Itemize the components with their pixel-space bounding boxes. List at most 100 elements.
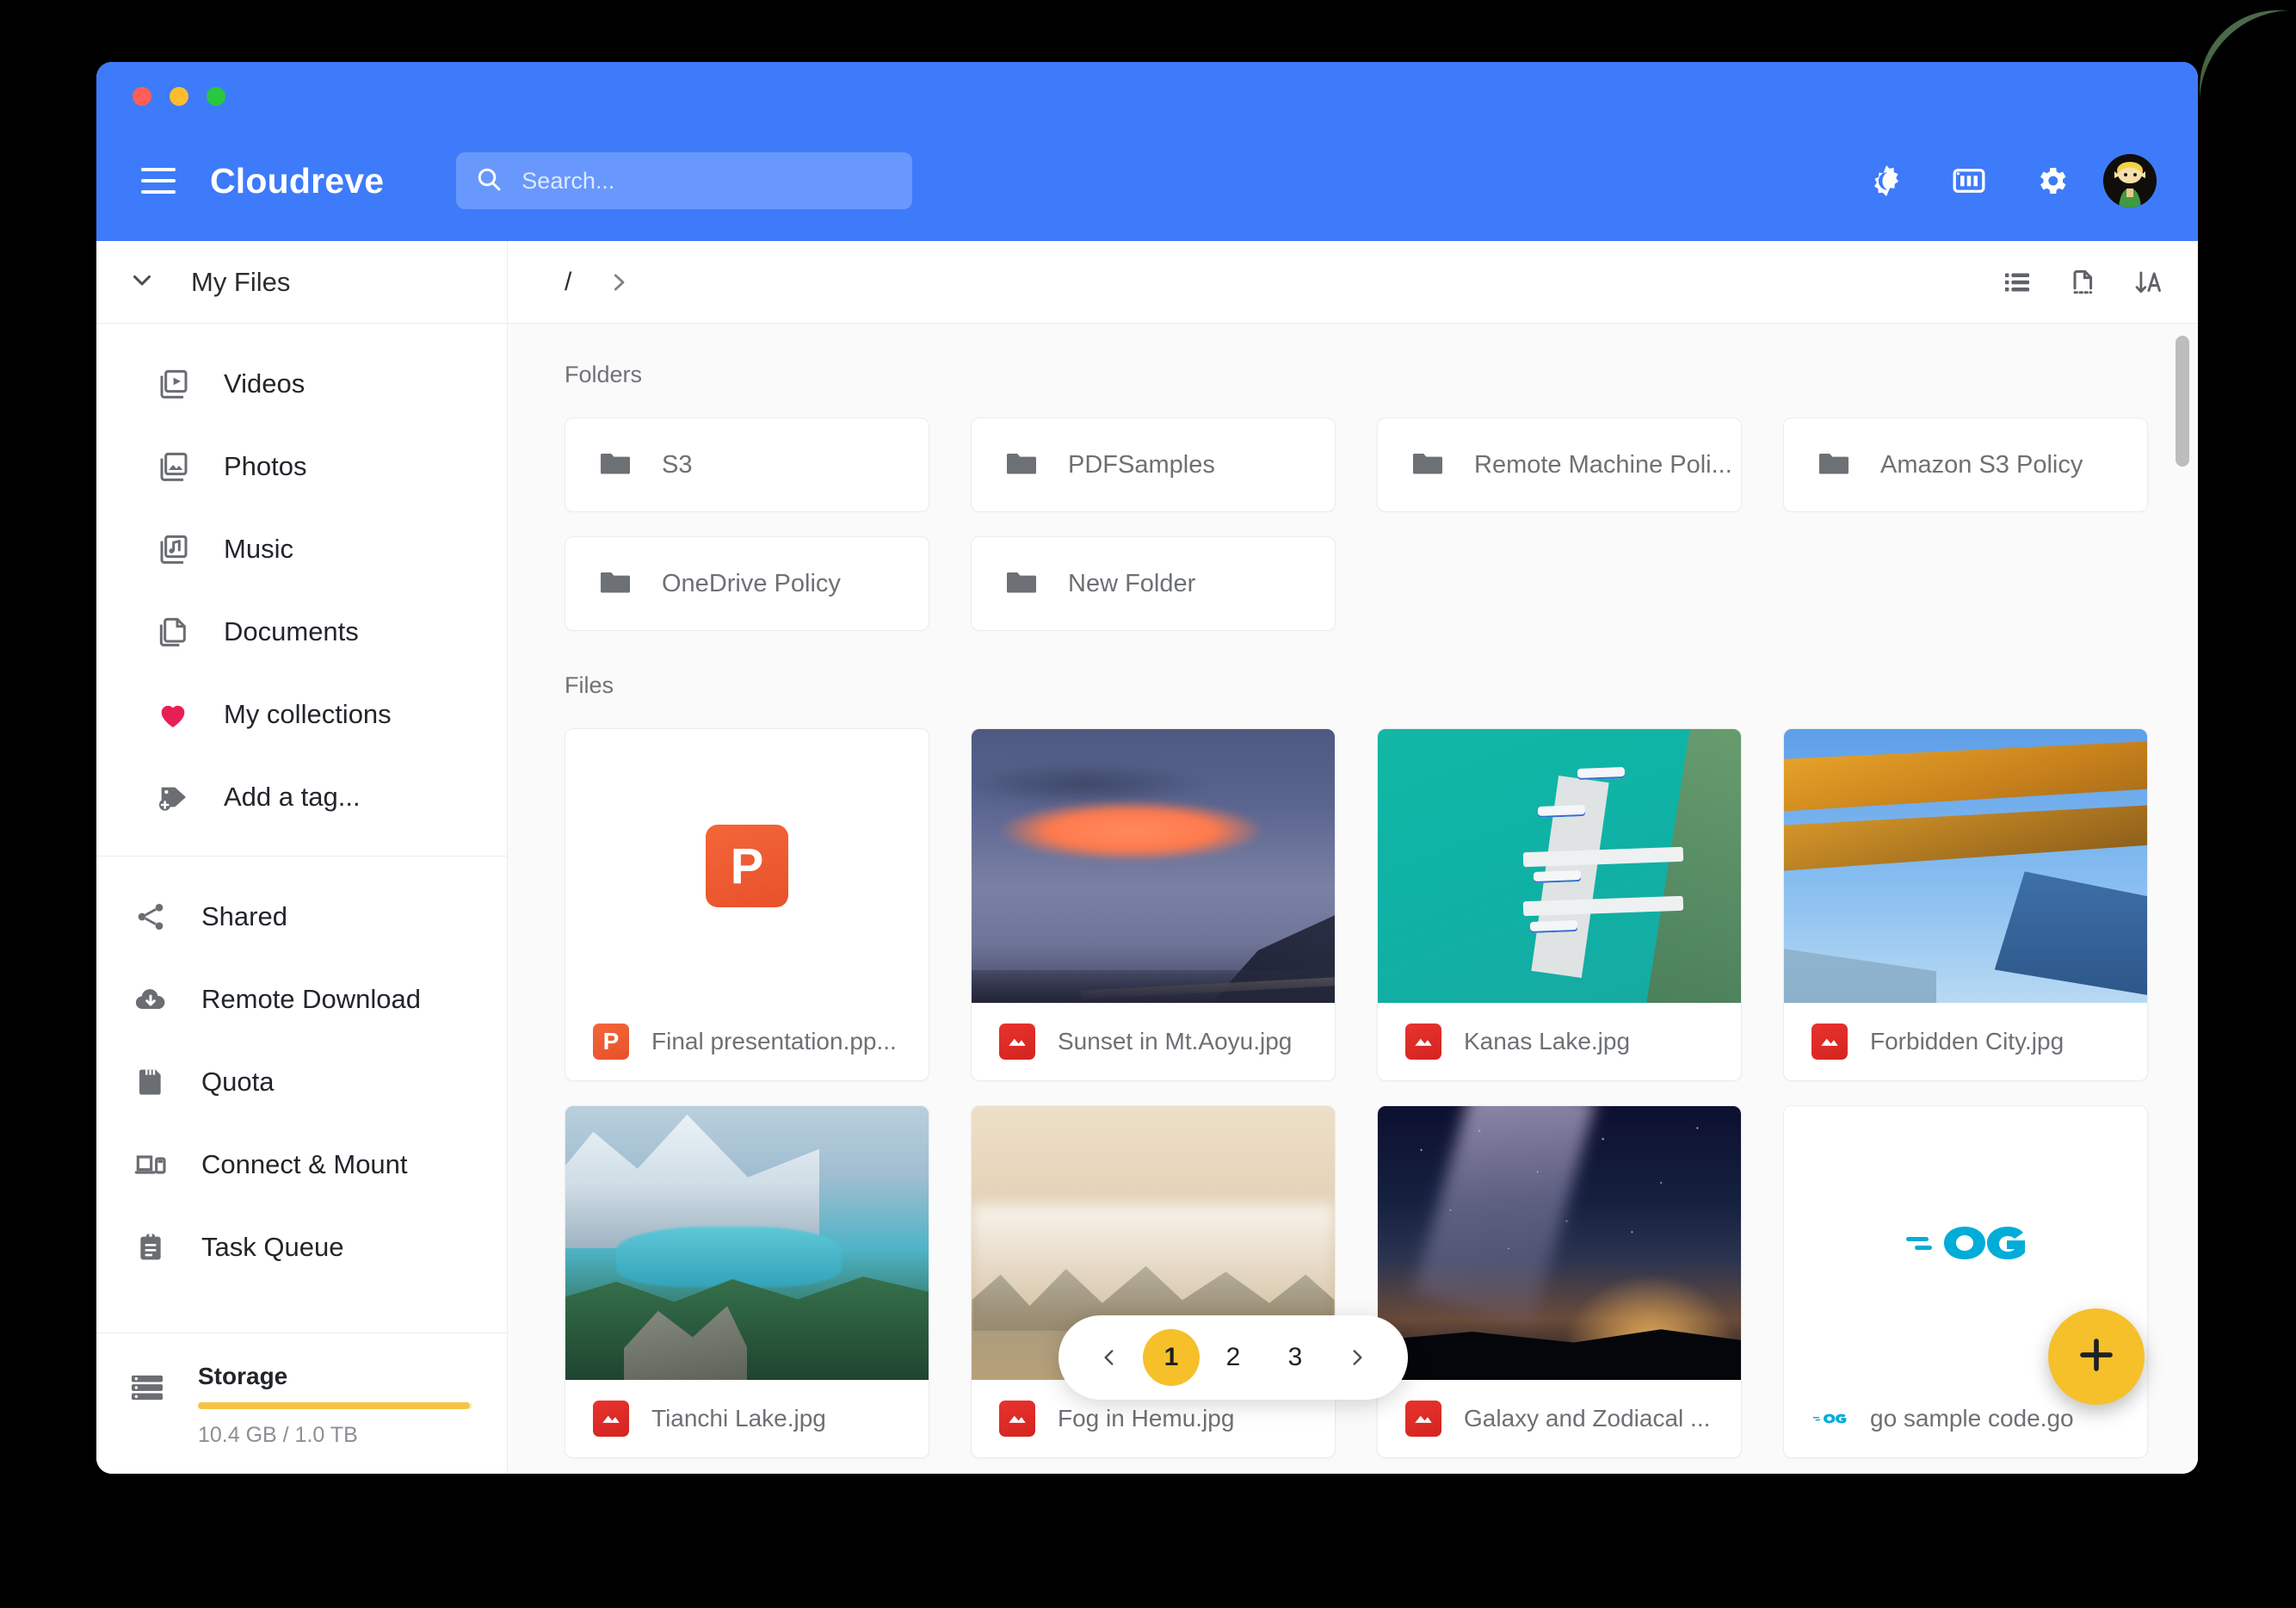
- image-badge-icon: [999, 1401, 1035, 1437]
- storage-policy-icon[interactable]: [1938, 150, 2000, 212]
- app-header-actions: [1855, 150, 2157, 212]
- hamburger-menu-icon[interactable]: [127, 150, 189, 212]
- file-card-footer: Tianchi Lake.jpg: [565, 1380, 929, 1457]
- sidebar-categories: Videos Photos Music Documents My collect…: [96, 324, 507, 856]
- file-thumbnail: [1378, 729, 1741, 1003]
- folder-card[interactable]: Amazon S3 Policy: [1783, 417, 2148, 512]
- breadcrumb-root[interactable]: /: [549, 268, 587, 297]
- folder-card[interactable]: OneDrive Policy: [565, 536, 929, 631]
- file-name: Tianchi Lake.jpg: [651, 1405, 826, 1432]
- files-heading: Files: [565, 672, 614, 698]
- chevron-right-icon[interactable]: [606, 269, 632, 295]
- pagination-next[interactable]: [1329, 1329, 1386, 1386]
- folder-icon: [1410, 446, 1445, 485]
- powerpoint-badge-icon: P: [593, 1024, 629, 1060]
- file-card[interactable]: Fog in Hemu.jpg: [971, 1105, 1336, 1458]
- storage-progress-bar: [198, 1402, 472, 1409]
- folder-name: OneDrive Policy: [662, 569, 841, 597]
- select-file-icon[interactable]: [2067, 267, 2098, 298]
- search-placeholder: Search...: [522, 167, 615, 194]
- pagination-page-3[interactable]: 3: [1267, 1329, 1324, 1386]
- folder-icon: [598, 446, 633, 485]
- maximize-button[interactable]: [207, 87, 225, 106]
- avatar[interactable]: [2103, 154, 2157, 207]
- folder-card[interactable]: S3: [565, 417, 929, 512]
- file-name: Sunset in Mt.Aoyu.jpg: [1058, 1028, 1293, 1054]
- minimize-button[interactable]: [170, 87, 188, 106]
- folders-heading: Folders: [565, 362, 643, 387]
- add-button[interactable]: [2048, 1308, 2145, 1405]
- sidebar-item-music[interactable]: Music: [96, 508, 507, 591]
- sort-az-icon[interactable]: [2132, 267, 2163, 298]
- app-body: My Files Videos Photos Music Documents M…: [96, 241, 2198, 1474]
- sidebar-item-label: Photos: [224, 451, 307, 481]
- sidebar-item-remote-download[interactable]: Remote Download: [96, 958, 507, 1041]
- folder-card[interactable]: PDFSamples: [971, 417, 1336, 512]
- folder-card[interactable]: New Folder: [971, 536, 1336, 631]
- breadcrumb-bar: /: [508, 241, 2198, 324]
- pagination-prev[interactable]: [1081, 1329, 1138, 1386]
- file-card[interactable]: Kanas Lake.jpg: [1377, 728, 1742, 1081]
- storage-summary[interactable]: Storage 10.4 GB / 1.0 TB: [96, 1333, 507, 1474]
- sidebar-item-photos[interactable]: Photos: [96, 425, 507, 508]
- file-scroll-area: Folders S3 PDFSamples Remote Machine Poli.…: [508, 324, 2198, 1474]
- sidebar-item-task-queue[interactable]: Task Queue: [96, 1206, 507, 1289]
- storage-details: Storage 10.4 GB / 1.0 TB: [198, 1363, 472, 1448]
- golang-icon: [1906, 1227, 2025, 1259]
- close-button[interactable]: [133, 87, 151, 106]
- sidebar-item-quota[interactable]: Quota: [96, 1041, 507, 1123]
- sidebar-item-label: Task Queue: [201, 1232, 344, 1262]
- connect-mount-icon: [129, 1143, 172, 1186]
- file-card[interactable]: Galaxy and Zodiacal ...: [1377, 1105, 1742, 1458]
- file-card[interactable]: go sample code.go: [1783, 1105, 2148, 1458]
- window-controls: [133, 87, 225, 106]
- file-card[interactable]: P P Final presentation.pp...: [565, 728, 929, 1081]
- file-card[interactable]: Sunset in Mt.Aoyu.jpg: [971, 728, 1336, 1081]
- sidebar-item-label: Videos: [224, 368, 306, 399]
- cloud-download-icon: [129, 978, 172, 1021]
- view-toolbar: [2002, 267, 2163, 298]
- sidebar-item-documents[interactable]: Documents: [96, 591, 507, 673]
- sidebar-item-connect-and-mount[interactable]: Connect & Mount: [96, 1123, 507, 1206]
- sidebar-my-files-label: My Files: [191, 266, 291, 297]
- corner-decoration: [2191, 9, 2294, 112]
- pagination: 1 2 3: [1059, 1315, 1408, 1400]
- folder-icon: [1004, 446, 1039, 485]
- image-badge-icon: [1811, 1024, 1848, 1060]
- search-input[interactable]: Search...: [456, 152, 913, 209]
- pagination-page-1[interactable]: 1: [1143, 1329, 1200, 1386]
- sidebar-item-add-a-tag[interactable]: Add a tag...: [96, 756, 507, 838]
- file-name: Forbidden City.jpg: [1870, 1028, 2065, 1054]
- folder-name: New Folder: [1068, 569, 1196, 597]
- vertical-scrollbar[interactable]: [2176, 336, 2189, 467]
- storage-server-icon: [127, 1368, 170, 1412]
- main-panel: / Folders S3 PDFSamples Remote Machine P…: [508, 241, 2198, 1474]
- file-card-footer: Sunset in Mt.Aoyu.jpg: [972, 1003, 1335, 1080]
- sidebar-item-label: Music: [224, 534, 293, 564]
- folder-name: PDFSamples: [1068, 450, 1215, 479]
- file-card[interactable]: Tianchi Lake.jpg: [565, 1105, 929, 1458]
- folder-card[interactable]: Remote Machine Poli...: [1377, 417, 1742, 512]
- file-card[interactable]: Forbidden City.jpg: [1783, 728, 2148, 1081]
- image-badge-icon: [593, 1401, 629, 1437]
- golang-badge-icon: [1811, 1401, 1848, 1437]
- dark-mode-icon[interactable]: [1855, 150, 1917, 212]
- sidebar-my-files[interactable]: My Files: [96, 241, 507, 324]
- pagination-page-2[interactable]: 2: [1205, 1329, 1262, 1386]
- clipboard-icon: [129, 1226, 172, 1269]
- sidebar-item-label: Connect & Mount: [201, 1149, 408, 1179]
- sidebar-item-label: Add a tag...: [224, 782, 361, 812]
- file-name: go sample code.go: [1870, 1405, 2074, 1432]
- sidebar-item-label: Documents: [224, 616, 359, 646]
- list-view-icon[interactable]: [2002, 267, 2033, 298]
- heart-icon: [151, 693, 194, 736]
- sidebar-tools: Shared Remote Download Quota Connect & M…: [96, 856, 507, 1306]
- sidebar-item-shared[interactable]: Shared: [96, 875, 507, 958]
- image-badge-icon: [1405, 1024, 1441, 1060]
- gear-icon[interactable]: [2021, 150, 2083, 212]
- file-card-footer: P Final presentation.pp...: [565, 1003, 929, 1080]
- music-icon: [151, 528, 194, 571]
- sidebar-item-videos[interactable]: Videos: [96, 343, 507, 425]
- folder-icon: [1004, 565, 1039, 603]
- sidebar-item-my-collections[interactable]: My collections: [96, 673, 507, 756]
